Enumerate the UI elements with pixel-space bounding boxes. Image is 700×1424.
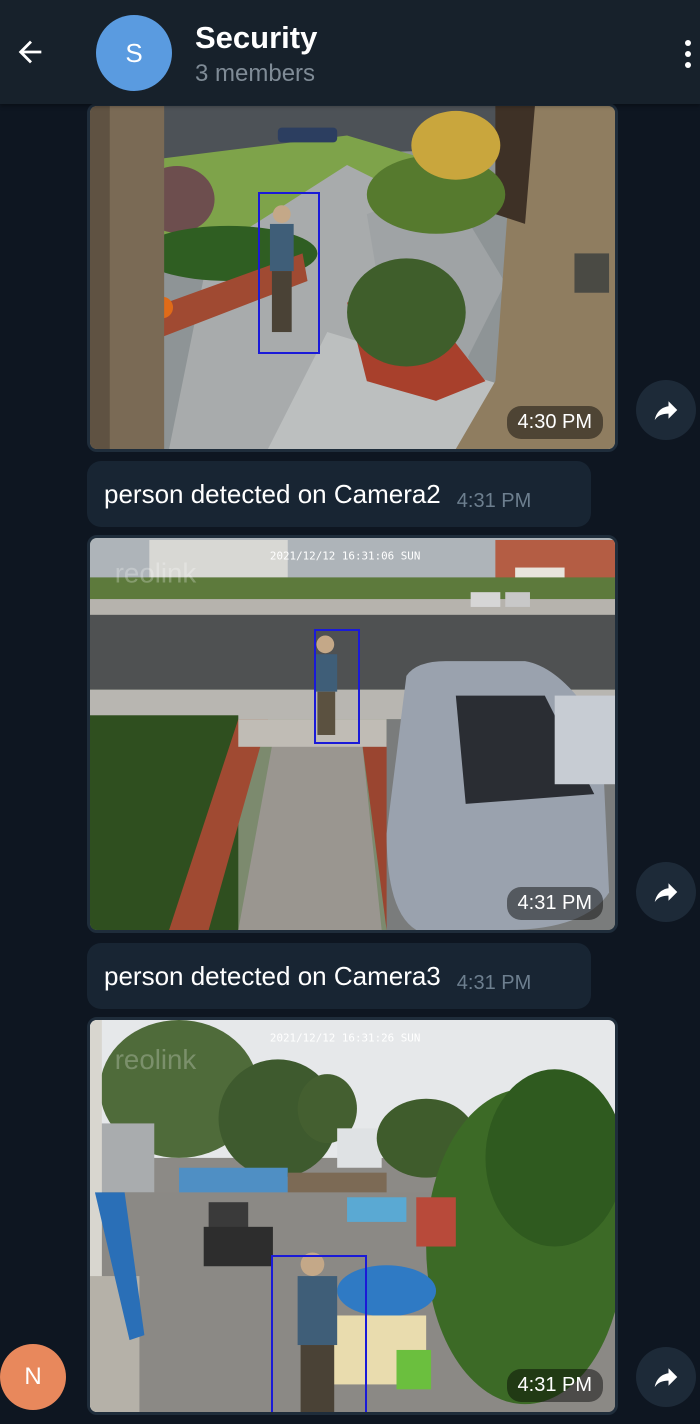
share-button[interactable]: [636, 1347, 696, 1407]
camera-overlay-datetime: 2021/12/12 16:31:26 SUN: [270, 1032, 420, 1045]
camera-overlay-datetime: 2021/12/12 16:31:06 SUN: [270, 550, 420, 563]
sender-avatar-letter: N: [24, 1363, 42, 1390]
chat-title[interactable]: Security: [195, 20, 317, 56]
more-options-button[interactable]: [676, 30, 700, 78]
camera-brand-watermark: reolink: [115, 1044, 197, 1075]
member-count: 3 members: [195, 60, 316, 87]
more-vertical-icon: [685, 40, 691, 46]
camera1-snapshot: [90, 106, 615, 449]
detection-box: [258, 192, 320, 354]
back-button[interactable]: [8, 28, 52, 76]
share-arrow-icon: [654, 401, 678, 420]
camera-photo[interactable]: 2021/12/12 16:31:06 SUN reolink 4:31 PM: [87, 535, 618, 933]
camera-photo[interactable]: 4:30 PM: [87, 103, 618, 452]
chat-header: S Security 3 members: [0, 0, 700, 104]
sender-avatar[interactable]: N: [0, 1344, 66, 1410]
share-arrow-icon: [654, 1368, 678, 1387]
group-avatar-letter: S: [125, 37, 143, 68]
share-button[interactable]: [636, 862, 696, 922]
text-message[interactable]: person detected on Camera3 4:31 PM: [87, 943, 591, 1009]
camera-photo[interactable]: 2021/12/12 16:31:26 SUN reolink 4:31 PM: [87, 1017, 618, 1415]
message-time: 4:31 PM: [456, 971, 532, 994]
chat-screen: S Security 3 members 4:30 PM person dete…: [0, 0, 700, 1424]
photo-timestamp: 4:31 PM: [506, 1369, 603, 1402]
message-text: person detected on Camera3: [104, 960, 441, 991]
message-time: 4:31 PM: [456, 489, 532, 512]
group-avatar[interactable]: S: [96, 15, 172, 91]
back-arrow-icon: [18, 40, 42, 64]
detection-box: [271, 1255, 367, 1412]
text-message[interactable]: person detected on Camera2 4:31 PM: [87, 461, 591, 527]
photo-timestamp: 4:30 PM: [506, 406, 603, 439]
share-button[interactable]: [636, 380, 696, 440]
photo-timestamp: 4:31 PM: [506, 887, 603, 920]
camera-brand-watermark: reolink: [115, 557, 197, 588]
share-arrow-icon: [654, 883, 678, 902]
message-text: person detected on Camera2: [104, 478, 441, 509]
detection-box: [314, 629, 360, 744]
